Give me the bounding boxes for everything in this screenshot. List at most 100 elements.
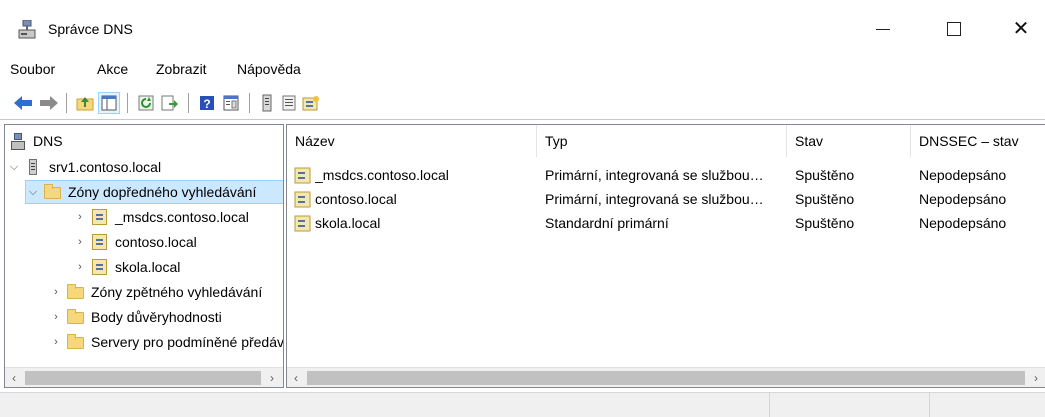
column-header-dnssec[interactable]: DNSSEC – stav — [911, 125, 1045, 157]
cell-dnssec: Nepodepsáno — [919, 167, 1007, 183]
status-segment — [769, 393, 770, 417]
new-zone-button[interactable] — [300, 92, 322, 114]
cell-status: Spuštěno — [795, 167, 855, 183]
export-list-icon — [161, 95, 178, 111]
folder-icon — [67, 284, 85, 300]
scroll-left-icon[interactable]: ‹ — [287, 368, 305, 387]
column-header-status[interactable]: Stav — [787, 125, 911, 157]
export-list-button[interactable] — [159, 92, 181, 114]
refresh-icon — [138, 95, 154, 111]
zone-icon — [91, 209, 109, 225]
chevron-down-icon[interactable]: ⌵ — [7, 161, 21, 174]
new-zone-icon — [302, 96, 319, 111]
back-button[interactable] — [12, 92, 34, 114]
zone-list-icon — [282, 95, 296, 111]
zone-icon — [91, 234, 109, 250]
show-hide-tree-icon — [101, 95, 117, 111]
tree-node-conditional-forwarders[interactable]: › Servery pro podmíněné předávání — [49, 330, 284, 354]
toolbar-separator — [249, 93, 250, 113]
chevron-right-icon[interactable]: › — [73, 211, 87, 223]
scroll-left-icon[interactable]: ‹ — [5, 368, 23, 387]
tree-horizontal-scrollbar[interactable]: ‹ › — [5, 367, 283, 387]
tree-node-label: contoso.local — [115, 234, 197, 250]
tree-node-server[interactable]: ⌵ srv1.contoso.local — [7, 155, 161, 179]
tree-node-trust-points[interactable]: › Body důvěryhodnosti — [49, 305, 222, 329]
tree-node-zone-contoso[interactable]: › contoso.local — [73, 230, 197, 254]
folder-icon — [44, 184, 62, 200]
status-segment — [929, 393, 930, 417]
scroll-thumb[interactable] — [307, 371, 1025, 385]
tree-node-zone-msdcs[interactable]: › _msdcs.contoso.local — [73, 205, 249, 229]
menu-napoveda[interactable]: Nápověda — [237, 61, 301, 77]
tree-node-dns[interactable]: DNS — [7, 129, 63, 153]
show-hide-tree-button[interactable] — [98, 92, 120, 114]
tree-node-label: Body důvěryhodnosti — [91, 309, 222, 325]
close-icon: ✕ — [1012, 18, 1030, 40]
folder-icon — [67, 309, 85, 325]
tree-node-label: srv1.contoso.local — [49, 159, 162, 175]
cell-status: Spuštěno — [795, 191, 855, 207]
scroll-right-icon[interactable]: › — [1027, 368, 1045, 387]
column-header-name[interactable]: Název — [287, 125, 537, 157]
tree-node-zone-skola[interactable]: › skola.local — [73, 255, 180, 279]
scroll-right-icon[interactable]: › — [263, 368, 281, 387]
tree-node-reverse-zones[interactable]: › Zóny zpětného vyhledávání — [49, 280, 262, 304]
table-row[interactable]: skola.local Standardní primární Spuštěno… — [287, 211, 1045, 235]
cell-type: Standardní primární — [545, 215, 669, 231]
cell-type: Primární, integrovaná se službou… — [545, 167, 764, 183]
properties-button[interactable] — [220, 92, 242, 114]
chevron-right-icon[interactable]: › — [73, 261, 87, 273]
maximize-icon — [947, 22, 961, 36]
back-arrow-icon — [14, 96, 32, 110]
refresh-button[interactable] — [135, 92, 157, 114]
menu-akce[interactable]: Akce — [97, 61, 128, 77]
toolbar-separator — [66, 93, 67, 113]
server-button[interactable] — [256, 92, 278, 114]
svg-text:?: ? — [203, 97, 210, 111]
dns-icon — [9, 133, 27, 150]
toolbar-separator — [127, 93, 128, 113]
cell-name: _msdcs.contoso.local — [315, 167, 449, 183]
zone-icon — [294, 215, 311, 232]
minimize-icon — [876, 28, 890, 30]
table-row[interactable]: _msdcs.contoso.local Primární, integrova… — [287, 163, 1045, 187]
table-row[interactable]: contoso.local Primární, integrovaná se s… — [287, 187, 1045, 211]
status-bar — [0, 392, 1045, 417]
tree-node-label: skola.local — [115, 259, 181, 275]
tree-pane[interactable]: DNS ⌵ srv1.contoso.local ⌵ Zóny dopředné… — [4, 124, 284, 388]
zone-icon — [294, 167, 311, 184]
zone-icon — [91, 259, 109, 275]
tree-node-label: DNS — [33, 133, 63, 149]
forward-button[interactable] — [38, 92, 60, 114]
menu-zobrazit[interactable]: Zobrazit — [156, 61, 207, 77]
title-bar: Správce DNS ✕ — [0, 0, 1045, 58]
up-folder-button[interactable] — [74, 92, 96, 114]
menu-soubor[interactable]: Soubor — [10, 61, 55, 77]
chevron-right-icon[interactable]: › — [49, 286, 63, 298]
minimize-button[interactable] — [860, 0, 906, 58]
server-icon — [25, 159, 43, 175]
column-header-type[interactable]: Typ — [537, 125, 787, 157]
tree-node-label: _msdcs.contoso.local — [115, 209, 249, 225]
list-horizontal-scrollbar[interactable]: ‹ › — [287, 367, 1045, 387]
cell-dnssec: Nepodepsáno — [919, 215, 1007, 231]
maximize-button[interactable] — [931, 0, 977, 58]
toolbar: ? — [0, 86, 1045, 120]
chevron-right-icon[interactable]: › — [49, 336, 63, 348]
chevron-right-icon[interactable]: › — [73, 236, 87, 248]
chevron-right-icon[interactable]: › — [49, 311, 63, 323]
folder-icon — [67, 334, 85, 350]
help-button[interactable]: ? — [196, 92, 218, 114]
tree-node-label: Zóny zpětného vyhledávání — [91, 284, 263, 300]
toolbar-separator — [188, 93, 189, 113]
chevron-down-icon[interactable]: ⌵ — [26, 186, 40, 199]
tree-node-label: Servery pro podmíněné předávání — [91, 334, 284, 350]
close-button[interactable]: ✕ — [998, 0, 1044, 58]
forward-arrow-icon — [40, 96, 58, 110]
tree-node-forward-zones[interactable]: ⌵ Zóny dopředného vyhledávání — [25, 180, 283, 204]
zone-list-button[interactable] — [278, 92, 300, 114]
properties-icon — [223, 95, 239, 111]
list-pane[interactable]: Název Typ Stav DNSSEC – stav _msdcs.cont… — [286, 124, 1045, 388]
scroll-thumb[interactable] — [25, 371, 261, 385]
cell-dnssec: Nepodepsáno — [919, 191, 1007, 207]
